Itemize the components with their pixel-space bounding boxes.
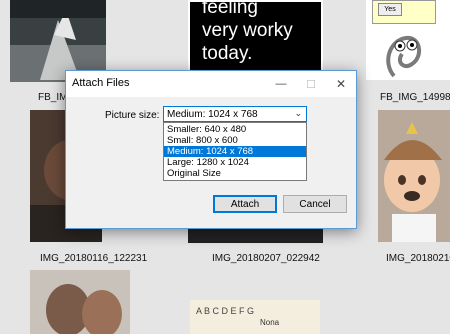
option-large[interactable]: Large: 1280 x 1024: [164, 157, 306, 168]
picture-size-value: Medium: 1024 x 768: [167, 109, 258, 120]
board-letters: A B C D E F G: [196, 306, 255, 316]
dialog-title: Attach Files: [72, 77, 130, 89]
thumbnail-caption: IMG_20180116_122231: [40, 253, 148, 264]
picture-size-label: Picture size:: [105, 110, 160, 121]
board-name: Nona: [260, 318, 280, 327]
option-smaller[interactable]: Smaller: 640 x 480: [164, 124, 306, 135]
thumbnail-img-022942[interactable]: [188, 227, 323, 243]
dialog-titlebar[interactable]: Attach Files — ☐ ✕: [66, 71, 356, 97]
option-small[interactable]: Small: 800 x 600: [164, 135, 306, 146]
picture-size-options: Smaller: 640 x 480 Small: 800 x 600 Medi…: [163, 122, 307, 181]
thumbnail-meme[interactable]: feeling very worky today.: [188, 0, 323, 72]
picture-size-select[interactable]: Medium: 1024 x 768 ⌄: [163, 106, 307, 122]
attach-button[interactable]: Attach: [213, 195, 277, 213]
clippy-yes-button: Yes: [378, 3, 402, 16]
thumbnail-bottom-left[interactable]: [30, 270, 130, 334]
thumbnail-caption: IMG_20180210_: [386, 253, 450, 264]
thumbnail-caption: IMG_20180207_022942: [212, 253, 320, 264]
option-original-size[interactable]: Original Size: [164, 168, 306, 179]
chevron-down-icon: ⌄: [294, 108, 302, 118]
thumbnail-board[interactable]: A B C D E F G Nona: [190, 300, 320, 334]
thumbnail-img-20180210[interactable]: [378, 110, 450, 242]
thumbnail-clippy[interactable]: Yes: [366, 0, 450, 80]
close-button[interactable]: ✕: [326, 71, 356, 97]
maximize-button[interactable]: ☐: [296, 71, 326, 97]
thumbnail-caption: FB_IMG_1499872: [380, 92, 450, 103]
clippy-icon: [386, 35, 422, 78]
option-medium[interactable]: Medium: 1024 x 768: [164, 146, 306, 157]
minimize-button[interactable]: —: [266, 71, 296, 97]
cancel-button[interactable]: Cancel: [283, 195, 347, 213]
attach-files-dialog: Attach Files — ☐ ✕ Picture size: Medium:…: [65, 70, 357, 229]
meme-text: feeling very worky today.: [202, 0, 293, 64]
